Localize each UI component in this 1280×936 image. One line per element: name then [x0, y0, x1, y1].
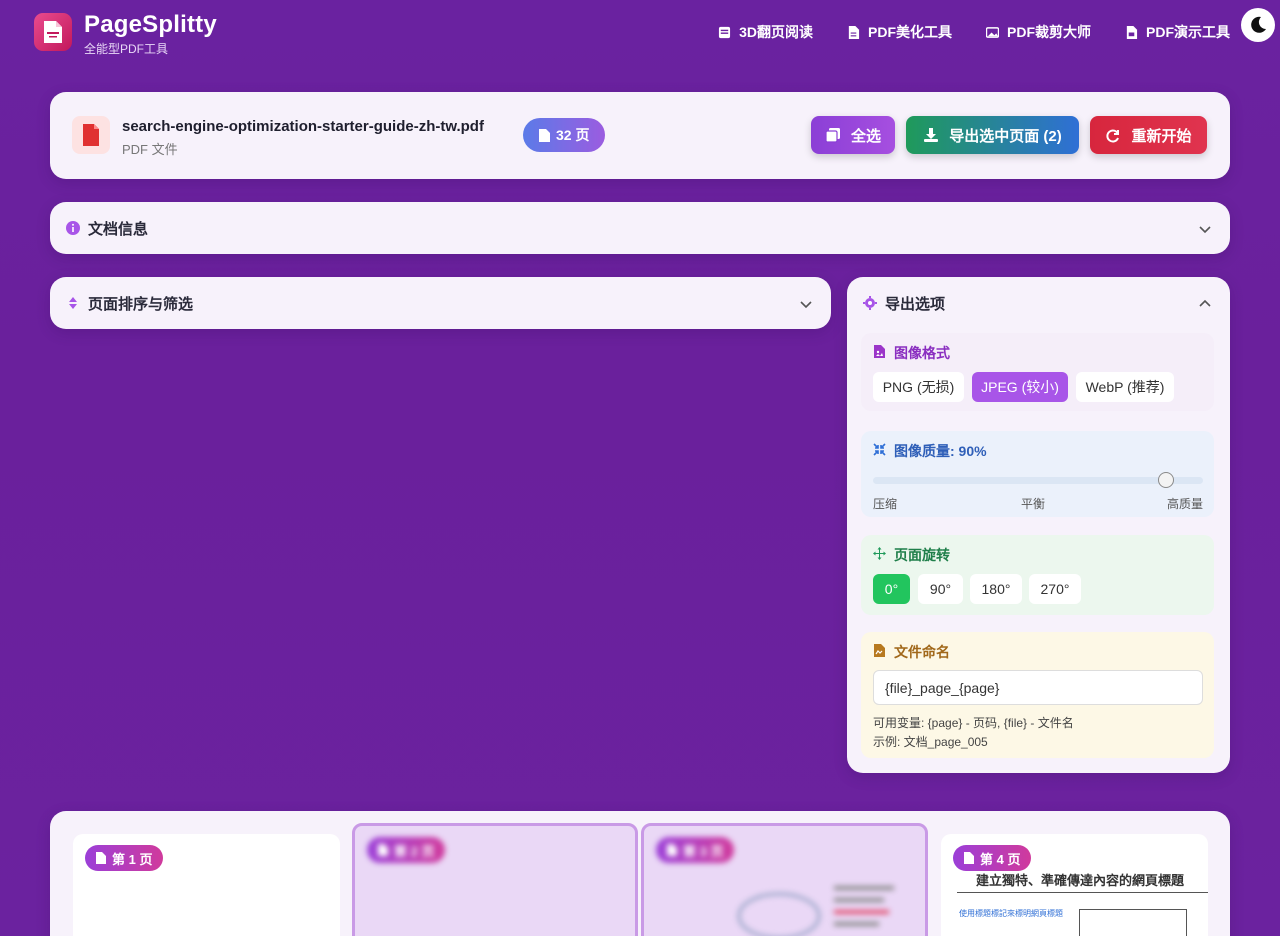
format-jpeg-option[interactable]: JPEG (较小) — [972, 372, 1068, 402]
app-header: PageSplitty 全能型PDF工具 3D翻页阅读 PDF美化工具 PDF裁… — [0, 0, 1280, 70]
format-png-option[interactable]: PNG (无损) — [873, 372, 964, 402]
moon-icon — [1251, 16, 1266, 33]
section-label: 页面旋转 — [894, 547, 950, 563]
export-selected-label: 导出选中页面 (2) — [949, 127, 1062, 145]
nav-pdf-beautify[interactable]: PDF美化工具 — [847, 22, 952, 42]
quality-slider-thumb[interactable] — [1158, 472, 1175, 488]
file-presentation-icon — [1126, 25, 1138, 39]
rotation-270-option[interactable]: 270° — [1029, 574, 1081, 604]
panel-title: 文档信息 — [88, 221, 149, 238]
file-icon — [539, 128, 550, 142]
page-subheading: 使用標題標記來標明網頁標題 — [959, 909, 1063, 918]
file-image-icon — [874, 345, 885, 358]
image-format-section: 图像格式 PNG (无损) JPEG (较小) WebP (推荐) — [861, 333, 1214, 411]
pdf-file-icon — [72, 116, 110, 154]
page-label: 第 4 页 — [980, 851, 1021, 867]
page-heading: 建立獨特、準確傳達內容的網頁標題 — [976, 873, 1185, 888]
chevron-up-icon[interactable] — [1198, 297, 1212, 311]
copy-icon — [825, 128, 840, 143]
sort-filter-panel[interactable]: 页面排序与筛选 — [50, 277, 831, 329]
download-icon — [924, 128, 939, 142]
page-label: 第 1 页 — [112, 851, 153, 867]
page-label-badge: 第 3 页 — [656, 837, 735, 863]
select-all-label: 全选 — [850, 127, 881, 145]
pages-grid-panel: 第 1 页 第 2 页 第 3 页 第 4 页 建立獨特、準確傳達內容的網頁標題… — [50, 811, 1230, 936]
file-type: PDF 文件 — [122, 142, 178, 157]
brand-name: PageSplitty — [84, 11, 217, 38]
redo-icon — [1106, 129, 1120, 143]
file-icon — [964, 852, 974, 864]
scale-label-high: 高质量 — [1166, 497, 1203, 511]
top-nav: 3D翻页阅读 PDF美化工具 PDF裁剪大师 PDF演示工具 — [718, 22, 1230, 42]
page-count-badge: 32 页 — [523, 118, 606, 152]
rotation-0-option[interactable]: 0° — [873, 574, 910, 604]
export-selected-button[interactable]: 导出选中页面 (2) — [906, 116, 1079, 154]
gear-icon — [863, 296, 877, 310]
chevron-down-icon — [800, 301, 812, 309]
nav-pdf-present[interactable]: PDF演示工具 — [1125, 22, 1230, 42]
page-label-badge: 第 4 页 — [953, 845, 1032, 871]
nav-label: PDF裁剪大师 — [1007, 24, 1091, 40]
image-quality-section: 图像质量: 90% 压缩 平衡 高质量 — [861, 431, 1214, 517]
file-icon — [848, 25, 860, 39]
sort-icon — [69, 297, 77, 309]
info-circle-icon — [66, 221, 80, 235]
theme-toggle-button[interactable] — [1241, 8, 1275, 42]
file-icon — [378, 844, 388, 856]
section-label: 图像格式 — [894, 345, 950, 361]
select-all-button[interactable]: 全选 — [811, 116, 895, 154]
filename-pattern-input[interactable] — [873, 670, 1203, 705]
page-diagram — [737, 886, 894, 936]
page-figure — [1079, 909, 1187, 936]
restart-label: 重新开始 — [1131, 127, 1192, 145]
scale-label-mid: 平衡 — [1021, 497, 1046, 511]
brand-subtitle: 全能型PDF工具 — [84, 42, 169, 56]
page-thumbnail-selected[interactable]: 第 3 页 — [641, 823, 928, 936]
nav-label: 3D翻页阅读 — [739, 24, 813, 40]
export-options-panel: 导出选项 图像格式 PNG (无损) JPEG (较小) WebP (推荐) 图… — [847, 277, 1230, 773]
page-rotation-section: 页面旋转 0° 90° 180° 270° — [861, 535, 1214, 615]
page-label: 第 3 页 — [683, 843, 724, 859]
file-icon — [667, 844, 677, 856]
nav-pdf-crop[interactable]: PDF裁剪大师 — [986, 22, 1091, 42]
scale-label-low: 压缩 — [873, 497, 898, 511]
quality-slider-track[interactable] — [873, 477, 1203, 484]
page-label-badge: 第 2 页 — [367, 837, 446, 863]
section-label: 图像质量: 90% — [894, 443, 987, 459]
file-signature-icon — [874, 644, 885, 657]
panel-title: 导出选项 — [885, 296, 946, 313]
page-rule — [957, 892, 1208, 893]
app-logo[interactable] — [34, 13, 72, 51]
format-webp-option[interactable]: WebP (推荐) — [1076, 372, 1174, 402]
rotation-180-option[interactable]: 180° — [970, 574, 1022, 604]
compress-icon — [873, 443, 886, 456]
page-label: 第 2 页 — [394, 843, 435, 859]
file-icon — [96, 852, 106, 864]
naming-variables-hint: 可用变量: {page} - 页码, {file} - 文件名 — [873, 716, 1074, 730]
book-icon — [719, 26, 731, 38]
file-split-icon — [44, 21, 62, 43]
rotation-90-option[interactable]: 90° — [918, 574, 963, 604]
image-icon — [986, 26, 999, 38]
move-arrows-icon — [873, 547, 886, 560]
page-thumbnail[interactable]: 第 1 页 — [73, 834, 340, 936]
restart-button[interactable]: 重新开始 — [1090, 116, 1207, 154]
page-thumbnail-selected[interactable]: 第 2 页 — [352, 823, 638, 936]
file-info-card: search-engine-optimization-starter-guide… — [50, 92, 1230, 179]
nav-label: PDF美化工具 — [868, 24, 952, 40]
panel-title: 页面排序与筛选 — [88, 296, 194, 313]
nav-label: PDF演示工具 — [1146, 24, 1230, 40]
page-label-badge: 第 1 页 — [85, 845, 164, 871]
nav-3d-reader[interactable]: 3D翻页阅读 — [718, 22, 813, 42]
section-label: 文件命名 — [894, 644, 950, 660]
page-thumbnail[interactable]: 第 4 页 建立獨特、準確傳達內容的網頁標題 使用標題標記來標明網頁標題 — [941, 834, 1208, 936]
file-naming-section: 文件命名 可用变量: {page} - 页码, {file} - 文件名 示例:… — [861, 632, 1214, 758]
doc-info-panel[interactable]: 文档信息 — [50, 202, 1230, 254]
file-name: search-engine-optimization-starter-guide… — [122, 118, 484, 135]
page-count-label: 32 页 — [556, 127, 590, 143]
naming-example-hint: 示例: 文档_page_005 — [873, 735, 988, 749]
chevron-down-icon — [1199, 226, 1211, 234]
